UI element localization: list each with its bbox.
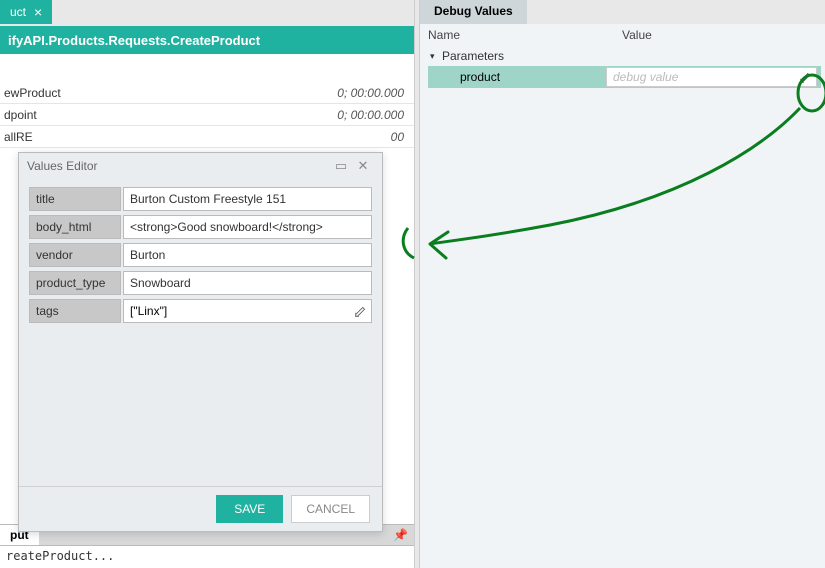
title-input[interactable] [123, 187, 372, 211]
field-row: body_html [29, 215, 372, 239]
save-button[interactable]: SAVE [216, 495, 283, 523]
tree-group[interactable]: ▾ Parameters [424, 46, 821, 66]
vendor-input[interactable] [123, 243, 372, 267]
grid-time: 0; 00:00.000 [294, 86, 414, 100]
debug-values-panel: Debug Values Name Value ▾ Parameters pro… [420, 0, 825, 568]
grid-time: 00 [294, 130, 414, 144]
dialog-title: Values Editor [27, 159, 330, 173]
tree-group-label: Parameters [442, 49, 504, 63]
dialog-footer: SAVE CANCEL [19, 486, 382, 531]
field-label: tags [29, 299, 121, 323]
maximize-icon[interactable]: ▭ [330, 158, 352, 174]
chevron-down-icon[interactable]: ▾ [430, 51, 442, 62]
breadcrumb: ifyAPI.Products.Requests.CreateProduct [0, 24, 414, 54]
values-editor-dialog: Values Editor ▭ ✕ title body_html vendor… [18, 152, 383, 532]
pin-icon[interactable]: 📌 [393, 528, 408, 542]
close-icon[interactable]: ✕ [352, 158, 374, 174]
grid-row[interactable]: dpoint 0; 00:00.000 [0, 104, 414, 126]
grid-name: allRE [0, 130, 294, 144]
column-value: Value [622, 28, 817, 42]
editor-tab-bar: uct × [0, 0, 414, 24]
field-row: vendor [29, 243, 372, 267]
product-type-input[interactable] [123, 271, 372, 295]
grid-name: ewProduct [0, 86, 294, 100]
grid-time: 0; 00:00.000 [294, 108, 414, 122]
edit-icon[interactable] [351, 302, 371, 320]
debug-columns-header: Name Value [420, 24, 825, 44]
dialog-titlebar[interactable]: Values Editor ▭ ✕ [19, 153, 382, 179]
field-label: product_type [29, 271, 121, 295]
debug-tab-bar: Debug Values [420, 0, 825, 24]
tags-input[interactable] [124, 300, 351, 322]
editor-tab[interactable]: uct × [0, 0, 52, 24]
debug-tree: ▾ Parameters product [420, 44, 825, 90]
debug-value-input[interactable] [607, 68, 796, 86]
body-html-input[interactable] [123, 215, 372, 239]
field-label: title [29, 187, 121, 211]
grid-row[interactable]: ewProduct 0; 00:00.000 [0, 82, 414, 104]
parameter-value [606, 67, 817, 87]
cancel-button[interactable]: CANCEL [291, 495, 370, 523]
grid-row[interactable]: allRE 00 [0, 126, 414, 148]
debug-values-tab[interactable]: Debug Values [420, 0, 527, 24]
field-label: vendor [29, 243, 121, 267]
output-text: reateProduct... [0, 546, 414, 568]
column-name: Name [428, 28, 622, 42]
tab-label: uct [10, 5, 26, 19]
close-icon[interactable]: × [34, 4, 42, 20]
parameter-row[interactable]: product [428, 66, 821, 88]
edit-icon[interactable] [796, 68, 816, 86]
dialog-body: title body_html vendor product_type tags [19, 179, 382, 486]
field-row: title [29, 187, 372, 211]
field-row: tags [29, 299, 372, 323]
execution-grid: ewProduct 0; 00:00.000 dpoint 0; 00:00.0… [0, 82, 414, 148]
grid-name: dpoint [0, 108, 294, 122]
field-label: body_html [29, 215, 121, 239]
parameter-name: product [428, 70, 606, 84]
field-row: product_type [29, 271, 372, 295]
